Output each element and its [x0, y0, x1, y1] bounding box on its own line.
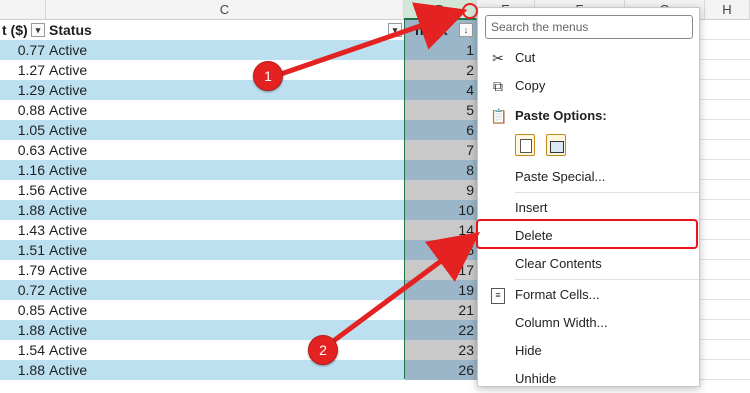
menu-item-column-width[interactable]: Column Width...: [478, 309, 699, 337]
index-cell[interactable]: 16: [405, 240, 477, 260]
sort-filter-icon[interactable]: ↓: [459, 23, 473, 37]
index-cell[interactable]: 22: [405, 320, 477, 340]
menu-item-label: Paste Options:: [515, 108, 607, 123]
index-cell[interactable]: 17: [405, 260, 477, 280]
price-cell[interactable]: 1.43: [0, 220, 46, 240]
delete-highlight-box: [476, 219, 698, 249]
price-cell[interactable]: 1.51: [0, 240, 46, 260]
price-cell[interactable]: 0.88: [0, 100, 46, 120]
index-cell[interactable]: 2: [405, 60, 477, 80]
status-cell[interactable]: Active: [46, 120, 404, 140]
menu-item-label: Cut: [515, 50, 536, 65]
menu-item-copy[interactable]: ⧉ Copy: [478, 72, 699, 100]
clipboard-icon: [520, 139, 532, 153]
price-cell[interactable]: 1.05: [0, 120, 46, 140]
copy-icon: ⧉: [493, 78, 503, 94]
status-cell[interactable]: Active: [46, 340, 404, 360]
paste-button[interactable]: [515, 134, 535, 156]
status-cell[interactable]: Active: [46, 300, 404, 320]
scissors-icon: ✂: [492, 50, 504, 66]
index-cell[interactable]: 23: [405, 340, 477, 360]
clipboard-icon: 📋: [490, 108, 508, 124]
price-cell[interactable]: 1.79: [0, 260, 46, 280]
index-cell[interactable]: 7: [405, 140, 477, 160]
column-header-target-circle: [462, 3, 478, 19]
price-cell[interactable]: 1.29: [0, 80, 46, 100]
index-cell[interactable]: 9: [405, 180, 477, 200]
menu-separator: [515, 192, 699, 193]
price-cell[interactable]: 0.77: [0, 40, 46, 60]
index-cell[interactable]: 26: [405, 360, 477, 380]
menu-search-input[interactable]: Search the menus: [485, 15, 693, 39]
price-cell[interactable]: 1.88: [0, 320, 46, 340]
column-header-h[interactable]: H: [705, 0, 750, 20]
menu-item-format-cells[interactable]: ≡ Format Cells...: [478, 281, 699, 309]
status-cell[interactable]: Active: [46, 280, 404, 300]
context-menu: Search the menus ✂ Cut ⧉ Copy 📋 Paste Op…: [477, 7, 700, 387]
format-cells-icon: ≡: [491, 288, 505, 304]
index-cell[interactable]: 10: [405, 200, 477, 220]
price-cell[interactable]: 1.16: [0, 160, 46, 180]
header-status: Status: [46, 20, 404, 40]
column-header-partial[interactable]: [0, 0, 46, 20]
price-cell[interactable]: 1.27: [0, 60, 46, 80]
menu-item-cut[interactable]: ✂ Cut: [478, 44, 699, 72]
menu-item-label: Paste Special...: [515, 169, 606, 184]
status-cell[interactable]: Active: [46, 200, 404, 220]
price-cell[interactable]: 1.56: [0, 180, 46, 200]
status-cell[interactable]: Active: [46, 180, 404, 200]
menu-item-insert[interactable]: Insert: [478, 194, 699, 222]
price-cell[interactable]: 0.63: [0, 140, 46, 160]
menu-item-unhide[interactable]: Unhide: [478, 365, 699, 393]
index-cell[interactable]: 21: [405, 300, 477, 320]
index-cell[interactable]: 5: [405, 100, 477, 120]
status-cell[interactable]: Active: [46, 260, 404, 280]
status-cell[interactable]: Active: [46, 220, 404, 240]
menu-item-label: Format Cells...: [515, 287, 600, 302]
price-cell[interactable]: 1.88: [0, 360, 46, 380]
menu-item-label: Insert: [515, 200, 548, 215]
menu-item-paste-special[interactable]: Paste Special...: [478, 163, 699, 191]
price-cell[interactable]: 0.85: [0, 300, 46, 320]
status-cell[interactable]: Active: [46, 160, 404, 180]
menu-item-paste-options: 📋 Paste Options:: [478, 102, 699, 130]
column-header-c[interactable]: C: [46, 0, 404, 20]
index-cell[interactable]: 1: [405, 40, 477, 60]
status-cell[interactable]: Active: [46, 240, 404, 260]
menu-separator: [515, 279, 699, 280]
menu-item-hide[interactable]: Hide: [478, 337, 699, 365]
step-badge-2: 2: [308, 335, 338, 365]
index-cell[interactable]: 19: [405, 280, 477, 300]
picture-icon: [550, 141, 564, 153]
status-cell[interactable]: Active: [46, 100, 404, 120]
status-cell[interactable]: Active: [46, 360, 404, 380]
status-cell[interactable]: Active: [46, 40, 404, 60]
filter-dropdown-icon[interactable]: ▾: [31, 23, 45, 37]
filter-dropdown-icon[interactable]: ▾: [388, 23, 402, 37]
step-badge-1: 1: [253, 61, 283, 91]
index-cell[interactable]: 4: [405, 80, 477, 100]
paste-picture-button[interactable]: [546, 134, 566, 156]
menu-item-label: Copy: [515, 78, 546, 93]
menu-item-label: Clear Contents: [515, 256, 602, 271]
price-cell[interactable]: 1.88: [0, 200, 46, 220]
menu-item-label: Hide: [515, 343, 542, 358]
price-cell[interactable]: 1.54: [0, 340, 46, 360]
price-cell[interactable]: 0.72: [0, 280, 46, 300]
status-cell[interactable]: Active: [46, 140, 404, 160]
menu-item-label: Column Width...: [515, 315, 608, 330]
menu-item-clear-contents[interactable]: Clear Contents: [478, 250, 699, 278]
index-cell[interactable]: 8: [405, 160, 477, 180]
status-cell[interactable]: Active: [46, 80, 404, 100]
index-cell[interactable]: 6: [405, 120, 477, 140]
menu-item-label: Unhide: [515, 371, 557, 386]
status-cell[interactable]: Active: [46, 320, 404, 340]
index-cell[interactable]: 14: [405, 220, 477, 240]
status-cell[interactable]: Active: [46, 60, 404, 80]
